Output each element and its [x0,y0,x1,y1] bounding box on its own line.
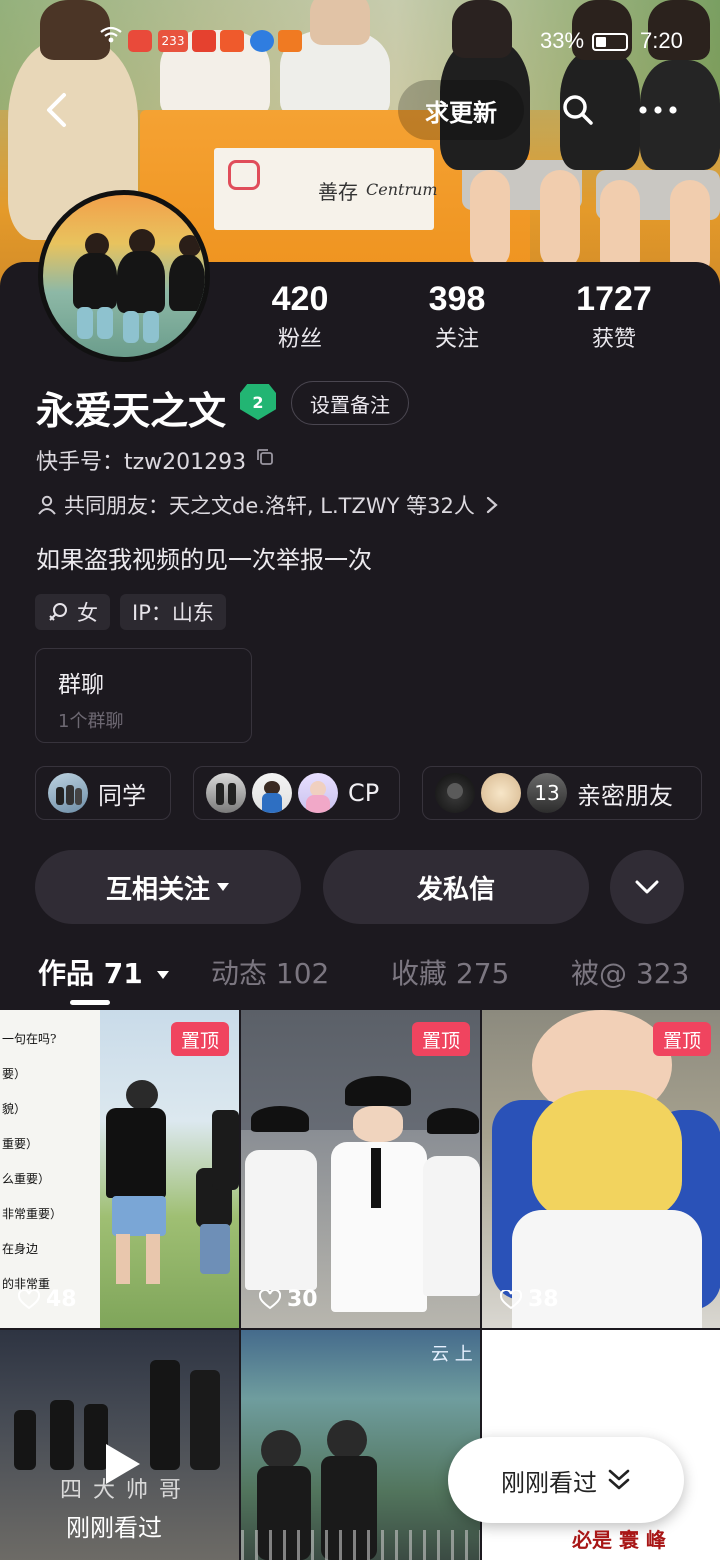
tab-works[interactable]: 作品 71 [38,952,170,992]
heart-icon [500,1289,522,1309]
group-chat-title: 群聊 [58,672,104,698]
group-chat-card[interactable]: 群聊 1个群聊 [35,648,252,743]
close-friends-count: 13 [534,781,560,805]
handwritten-note: 一句在吗? 要） 貌） 重要） 么重要） 非常重要） 在身边 的非常重 [2,1032,63,1291]
avatar [48,773,88,813]
caret-down-icon [157,971,170,979]
avatar [206,773,246,813]
chevron-left-icon [47,93,66,127]
gender-tag: 女 [35,594,110,630]
followers-label: 粉丝 [277,327,322,352]
notification-badge-233: 233 [158,30,188,52]
battery-percent: 33% [540,28,585,53]
mutual-follow-label: 互相关注 [105,874,210,905]
ip-tag: IP：山东 [120,594,226,630]
expand-recommendations-button[interactable] [610,850,684,924]
following-stat[interactable]: 398 关注 [387,280,527,353]
tab-mentions[interactable]: 被@ 323 [571,952,689,992]
request-update-button[interactable]: 求更新 [398,80,524,140]
avatar [298,773,338,813]
double-chevron-down-icon [608,1469,630,1490]
wifi-icon [100,26,122,48]
video-thumbnail[interactable]: 四 大 帅 哥 刚刚看过 [0,1330,239,1560]
status-bar: 233 33% 7:20 [0,24,720,64]
video-thumbnail[interactable]: 一句在吗? 要） 貌） 重要） 么重要） 非常重要） 在身边 的非常重 置顶 4… [0,1010,239,1328]
avatar: 13 [527,773,567,813]
avatar [252,773,292,813]
kuaishou-id: 快手号：tzw201293 [36,450,247,475]
back-button[interactable] [30,80,82,140]
more-options-button[interactable] [632,84,684,136]
gender-tag-label: 女 [77,601,98,625]
search-button[interactable] [552,84,604,136]
pinned-badge: 置顶 [653,1022,711,1056]
notification-app-icon [278,30,302,52]
chevron-down-icon [635,880,659,894]
notification-app-icon [250,30,274,52]
group-chat-count: 1个群聊 [58,711,124,732]
video-overlay-text: 四 大 帅 哥 [60,1478,183,1503]
person-icon [38,495,56,515]
video-thumbnail[interactable]: 置顶 30 [241,1010,480,1328]
just-watched-label: 刚刚看过 [66,1514,162,1542]
video-thumbnail[interactable]: 置顶 38 [482,1010,720,1328]
heart-icon [18,1289,40,1309]
followers-stat[interactable]: 420 粉丝 [230,280,370,353]
just-watched-pill-label: 刚刚看过 [501,1468,597,1497]
clock: 7:20 [640,28,683,53]
tab-moments[interactable]: 动态 102 [211,952,329,992]
chevron-right-icon [486,496,498,514]
cover-sign-text: 善存 [318,180,358,204]
avatar [481,773,521,813]
chip-label: 同学 [98,781,146,810]
chip-classmates[interactable]: 同学 [35,766,171,820]
pinned-badge: 置顶 [171,1022,229,1056]
video-thumbnail[interactable]: 云 上 [241,1330,480,1560]
following-count: 398 [428,280,486,318]
copy-icon[interactable] [256,448,274,466]
notification-app-icon [128,30,152,52]
avatar [435,773,475,813]
chip-label: CP [348,779,380,807]
mutual-friends-text: 共同朋友：天之文de.洛轩, L.TZWY 等32人 [64,494,475,518]
notification-app-icon [220,30,244,52]
tab-favorites[interactable]: 收藏 275 [391,952,509,992]
chip-label: 亲密朋友 [577,781,673,810]
pinned-badge: 置顶 [412,1022,470,1056]
search-icon [563,95,593,125]
mutual-follow-button[interactable]: 互相关注 [35,850,301,924]
like-count: 48 [18,1287,77,1312]
watermark: 必是 寰 峰 [572,1528,666,1552]
more-dots-icon [639,106,677,114]
battery-icon [592,33,628,51]
heart-icon [259,1289,281,1309]
chip-cp[interactable]: CP [193,766,400,820]
mutual-friends-row[interactable]: 共同朋友：天之文de.洛轩, L.TZWY 等32人 [36,490,499,520]
video-banner-text: 云 上 [431,1344,473,1365]
profile-bio: 如果盗我视频的见一次举报一次 [36,546,372,574]
following-label: 关注 [434,327,479,352]
avatar[interactable] [38,190,210,362]
notification-app-icon [192,30,216,52]
tab-works-label: 作品 71 [38,957,143,990]
likes-label: 获赞 [591,327,636,352]
profile-name: 永爱天之文 [36,389,227,433]
caret-down-icon [217,883,229,891]
like-count: 30 [259,1287,318,1312]
likes-stat[interactable]: 1727 获赞 [544,280,684,353]
send-message-button[interactable]: 发私信 [323,850,589,924]
likes-count: 1727 [576,280,652,318]
female-icon [49,603,67,621]
like-count: 38 [500,1287,559,1312]
just-watched-button[interactable]: 刚刚看过 [448,1437,684,1523]
followers-count: 420 [271,280,329,318]
cover-sign-brand: Centrum [366,180,438,199]
set-remark-button[interactable]: 设置备注 [291,381,409,425]
chip-close-friends[interactable]: 13 亲密朋友 [422,766,702,820]
active-tab-indicator [70,1000,110,1005]
